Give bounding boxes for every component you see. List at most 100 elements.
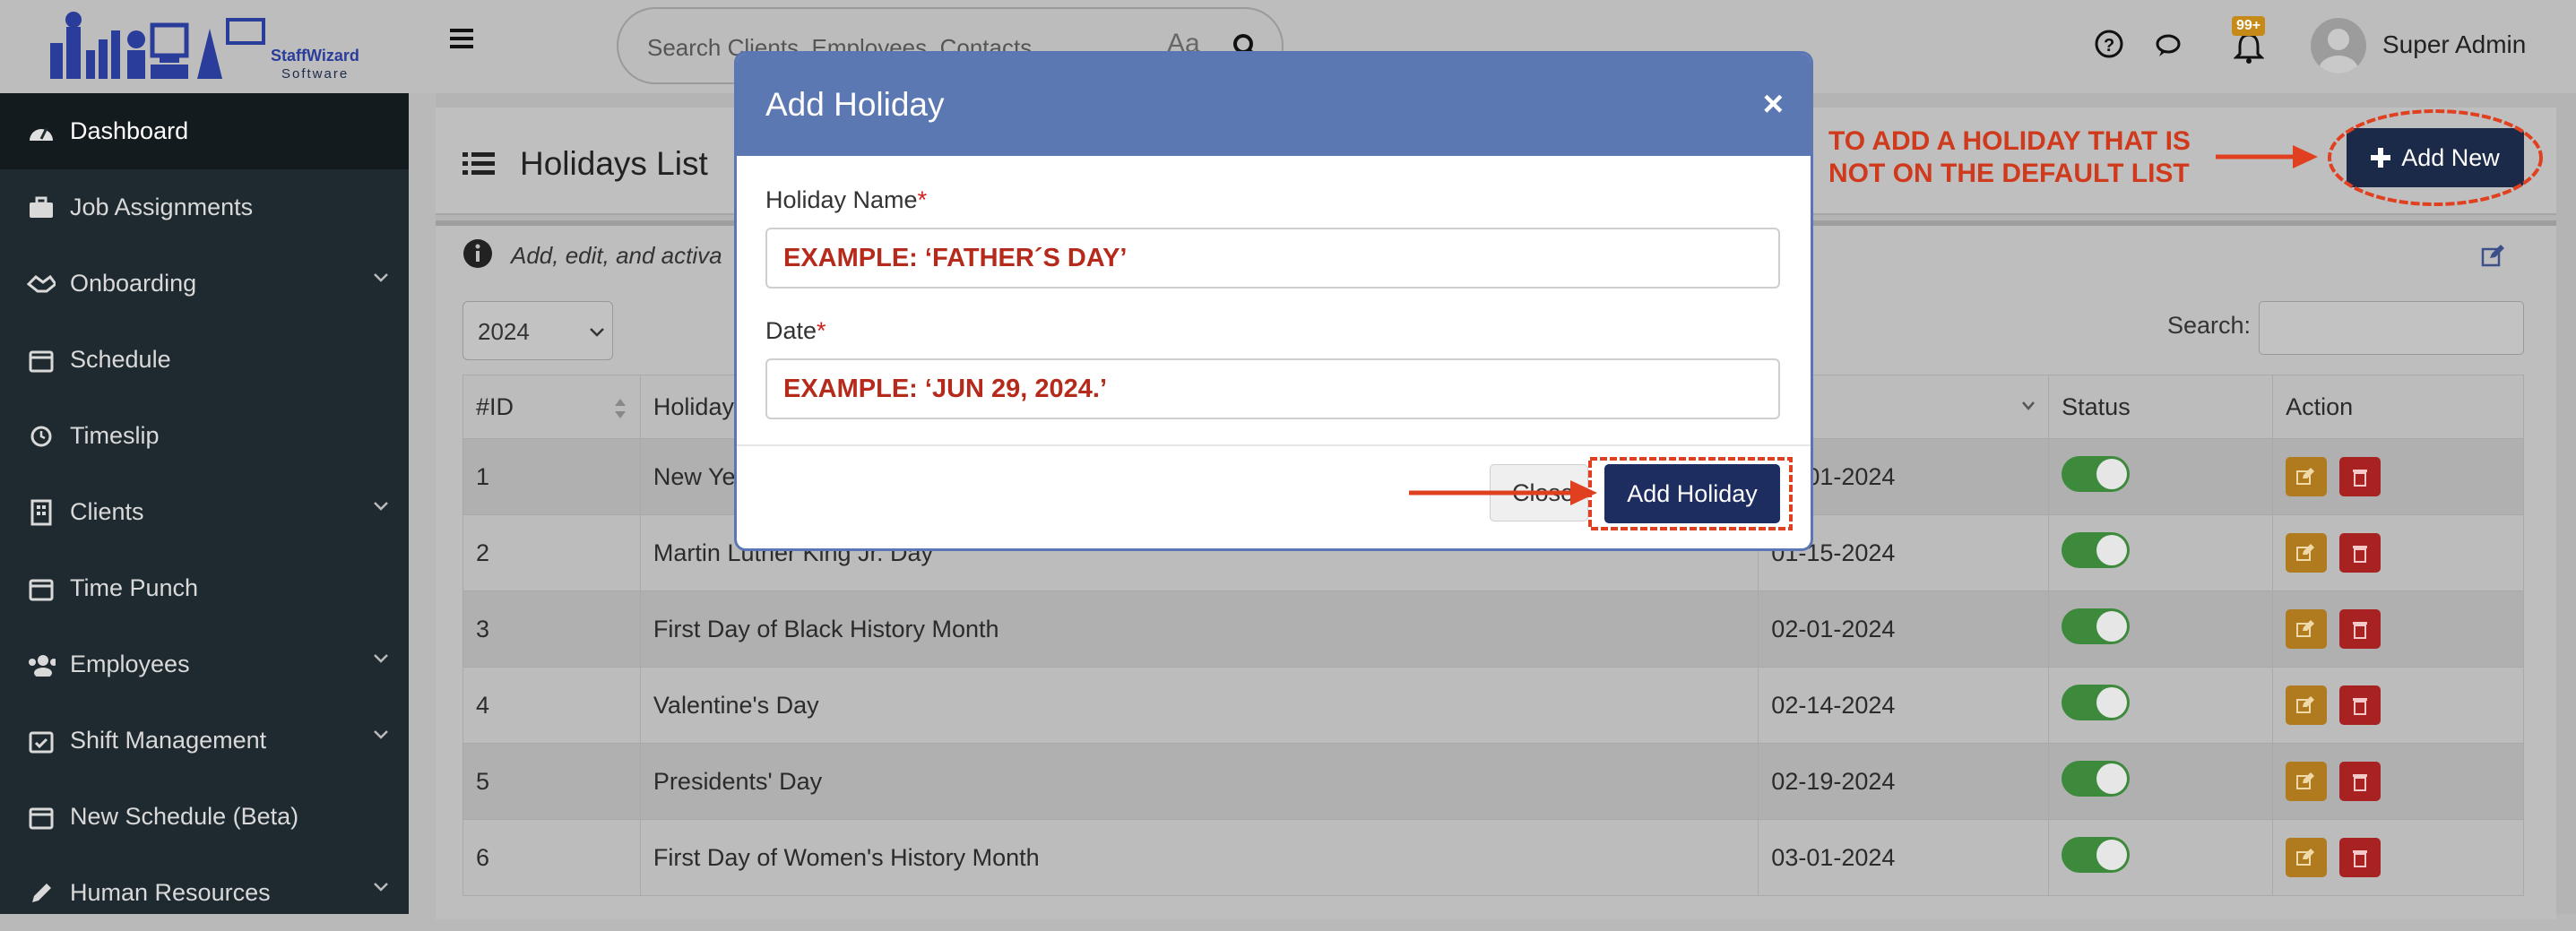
column-header-label: #ID — [476, 392, 514, 420]
bell-icon — [2234, 33, 2264, 64]
toggle-knob — [2096, 763, 2128, 794]
avatar[interactable] — [2311, 18, 2366, 73]
list-icon — [462, 152, 495, 175]
chevron-down-icon — [374, 730, 388, 739]
edit-icon — [2296, 468, 2315, 485]
table-search-label: Search: — [2167, 312, 2252, 339]
sidebar-item-job-assignments[interactable]: Job Assignments — [0, 169, 409, 246]
sidebar-item-time-punch[interactable]: Time Punch — [0, 550, 409, 626]
users-icon — [27, 651, 56, 679]
annotation-circle-icon — [2328, 109, 2543, 206]
brand-logo[interactable]: StaffWizard Software — [43, 7, 366, 86]
required-mark: * — [817, 317, 826, 344]
calendar-icon — [27, 346, 56, 375]
cell-holiday-name: First Day of Black History Month — [639, 590, 1759, 668]
status-toggle[interactable] — [2062, 684, 2131, 720]
info-icon — [463, 239, 492, 268]
date-input[interactable] — [765, 358, 1780, 419]
sidebar-item-timeslip[interactable]: Timeslip — [0, 398, 409, 474]
chevron-down-icon — [374, 273, 388, 282]
modal-title: Add Holiday — [765, 86, 945, 123]
handshake-icon — [27, 270, 56, 298]
user-name[interactable]: Super Admin — [2382, 30, 2526, 59]
sidebar-item-schedule[interactable]: Schedule — [0, 322, 409, 398]
column-header-status[interactable]: Status — [2048, 375, 2274, 439]
building-icon — [27, 498, 56, 527]
delete-button[interactable] — [2339, 457, 2382, 496]
sidebar-item-label: Dashboard — [70, 117, 189, 144]
cell-id: 4 — [462, 667, 641, 744]
chevron-down-icon — [374, 654, 388, 663]
hamburger-menu-button[interactable] — [450, 27, 475, 55]
brand-subtitle: Software — [281, 66, 350, 82]
hamburger-icon — [450, 29, 473, 48]
annotation-arrow-icon — [2216, 145, 2318, 168]
holiday-name-input[interactable] — [765, 228, 1780, 289]
sidebar-item-clients[interactable]: Clients — [0, 474, 409, 550]
cell-actions — [2272, 667, 2524, 744]
sidebar-item-label: Time Punch — [70, 574, 199, 601]
edit-button[interactable] — [2286, 762, 2328, 801]
trash-icon — [2353, 774, 2368, 791]
required-mark: * — [917, 186, 928, 213]
chat-icon[interactable] — [2155, 32, 2185, 59]
sort-desc-icon — [2022, 401, 2036, 410]
holiday-name-label: Holiday Name* — [765, 186, 927, 214]
toggle-knob — [2096, 610, 2128, 642]
delete-button[interactable] — [2339, 609, 2382, 649]
pencil-icon — [27, 879, 56, 908]
sidebar-item-label: Onboarding — [70, 270, 197, 297]
sidebar-item-new-schedule-beta[interactable]: New Schedule (Beta) — [0, 779, 409, 855]
delete-button[interactable] — [2339, 685, 2382, 725]
annotation-highlight-box-icon — [1588, 457, 1793, 530]
status-toggle[interactable] — [2062, 531, 2131, 568]
notifications-button[interactable]: 99+ — [2228, 16, 2273, 70]
cell-date: 02-14-2024 — [1758, 667, 2050, 744]
column-header-label: Status — [2062, 392, 2131, 420]
delete-button[interactable] — [2339, 762, 2382, 801]
toggle-knob — [2096, 534, 2128, 565]
sidebar-item-onboarding[interactable]: Onboarding — [0, 246, 409, 322]
year-select[interactable]: 2024 — [462, 301, 613, 360]
edit-square-icon[interactable] — [2481, 244, 2506, 267]
table-row: 6 First Day of Women's History Month 03-… — [462, 819, 2524, 896]
column-header-id[interactable]: #ID — [462, 375, 641, 439]
sidebar-item-human-resources[interactable]: Human Resources — [0, 855, 409, 931]
edit-button[interactable] — [2286, 685, 2328, 725]
delete-button[interactable] — [2339, 838, 2382, 877]
sidebar-item-shift-management[interactable]: Shift Management — [0, 703, 409, 779]
cell-status — [2048, 667, 2274, 744]
sidebar: Dashboard Job Assignments Onboarding Sch… — [0, 93, 409, 914]
sidebar-item-employees[interactable]: Employees — [0, 626, 409, 703]
table-search-input[interactable] — [2259, 301, 2524, 355]
trash-icon — [2353, 470, 2368, 487]
cell-id: 2 — [462, 514, 641, 591]
annotation-text: TO ADD A HOLIDAY THAT IS NOT ON THE DEFA… — [1828, 125, 2191, 190]
toggle-knob — [2096, 686, 2128, 718]
status-toggle[interactable] — [2062, 608, 2131, 644]
date-label-text: Date — [765, 317, 817, 344]
cell-actions — [2272, 819, 2524, 896]
sidebar-item-label: Job Assignments — [70, 194, 254, 220]
status-toggle[interactable] — [2062, 836, 2131, 873]
dashboard-icon — [27, 117, 56, 146]
sidebar-item-label: New Schedule (Beta) — [70, 803, 299, 830]
svg-text:?: ? — [2104, 36, 2114, 56]
clock-icon — [27, 422, 56, 451]
chevron-down-icon — [374, 883, 388, 892]
delete-button[interactable] — [2339, 533, 2382, 573]
sidebar-item-dashboard[interactable]: Dashboard — [0, 93, 409, 169]
modal-close-button[interactable]: × — [1763, 84, 1784, 125]
chevron-down-icon — [374, 502, 388, 511]
status-toggle[interactable] — [2062, 455, 2131, 492]
edit-button[interactable] — [2286, 533, 2328, 573]
edit-button[interactable] — [2286, 609, 2328, 649]
cell-date: 02-19-2024 — [1758, 743, 2050, 820]
edit-button[interactable] — [2286, 838, 2328, 877]
edit-button[interactable] — [2286, 457, 2328, 496]
status-toggle[interactable] — [2062, 760, 2131, 797]
trash-icon — [2353, 546, 2368, 563]
help-icon[interactable]: ? — [2094, 29, 2124, 59]
sidebar-item-label: Schedule — [70, 346, 171, 373]
table-row: 4 Valentine's Day 02-14-2024 — [462, 667, 2524, 744]
